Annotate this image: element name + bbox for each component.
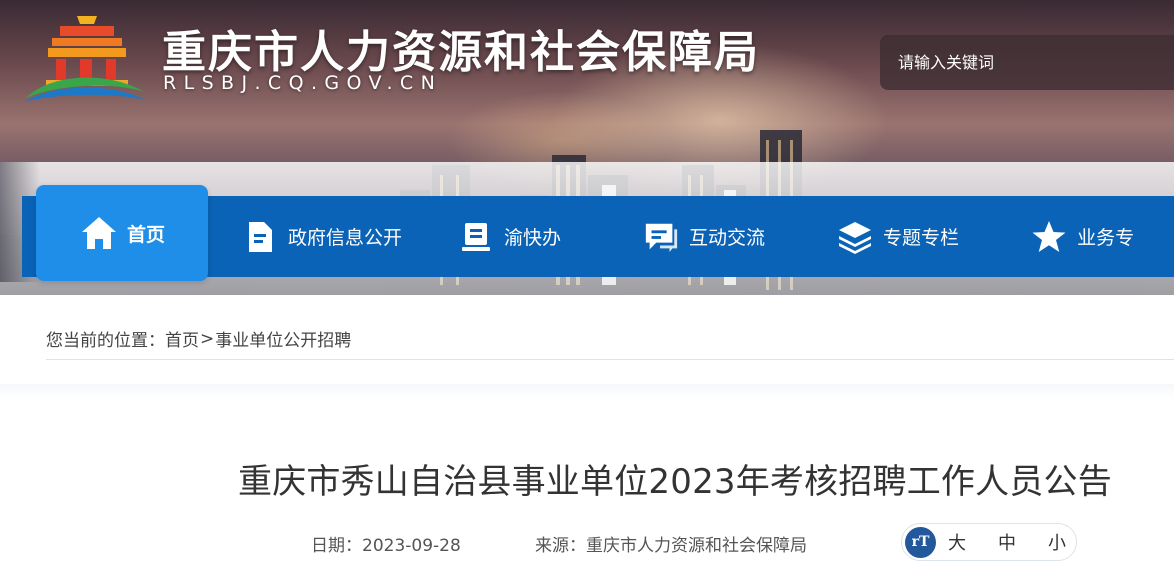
breadcrumb-home-link[interactable]: 首页 — [165, 326, 199, 351]
text-size-icon: rT — [905, 526, 936, 558]
nav-item-label: 专题专栏 — [883, 227, 960, 249]
date-value: 2023-09-28 — [362, 536, 461, 556]
breadcrumb-prefix: 您当前的位置： — [46, 331, 165, 351]
site-title: 重庆市人力资源和社会保障局 — [162, 27, 760, 78]
nav-item-label: 首页 — [126, 223, 165, 246]
book-icon — [458, 219, 494, 255]
article-source: 来源：重庆市人力资源和社会保障局 — [535, 531, 807, 556]
article-date: 日期：2023-09-28 — [311, 531, 461, 556]
breadcrumb-current-link[interactable]: 事业单位公开招聘 — [215, 326, 351, 351]
font-size-medium-button[interactable]: 中 — [998, 529, 1016, 555]
article-title: 重庆市秀山自治县事业单位2023年考核招聘工作人员公告 — [238, 462, 1112, 502]
nav-item-label: 互动交流 — [689, 227, 766, 249]
nav-item-gov-info[interactable]: 政府信息公开 — [242, 196, 402, 277]
date-label: 日期： — [311, 536, 362, 556]
logo-icon — [24, 16, 145, 102]
home-icon — [79, 213, 119, 253]
chat-icon — [643, 219, 679, 255]
nav-item-label: 政府信息公开 — [288, 227, 403, 249]
nav-item-label: 渝快办 — [504, 227, 562, 249]
font-size-large-button[interactable]: 大 — [948, 529, 966, 555]
main-nav: 首页 政府信息公开 渝快办 互动交流 专题专栏 业务专 — [22, 185, 1174, 281]
site-domain: RLSBJ.CQ.GOV.CN — [163, 72, 443, 94]
nav-item-business[interactable]: 业务专 — [1031, 196, 1134, 277]
nav-item-home[interactable]: 首页 — [36, 185, 208, 281]
source-label: 来源： — [535, 536, 586, 556]
nav-item-special[interactable]: 专题专栏 — [837, 196, 959, 277]
search-input[interactable] — [898, 53, 1158, 72]
font-size-switcher: rT 大 中 小 — [901, 523, 1077, 561]
nav-item-interaction[interactable]: 互动交流 — [643, 196, 765, 277]
star-icon — [1031, 219, 1067, 255]
document-icon — [242, 219, 278, 255]
breadcrumb: 您当前的位置： 首页 > 事业单位公开招聘 — [46, 318, 1174, 360]
nav-item-label: 业务专 — [1077, 227, 1135, 249]
layers-icon — [837, 219, 873, 255]
section-divider — [0, 384, 1174, 398]
search-box[interactable] — [880, 35, 1174, 90]
font-size-small-button[interactable]: 小 — [1048, 529, 1066, 555]
source-value: 重庆市人力资源和社会保障局 — [586, 536, 807, 556]
breadcrumb-separator: > — [200, 328, 215, 349]
nav-item-yukuaiban[interactable]: 渝快办 — [458, 196, 561, 277]
